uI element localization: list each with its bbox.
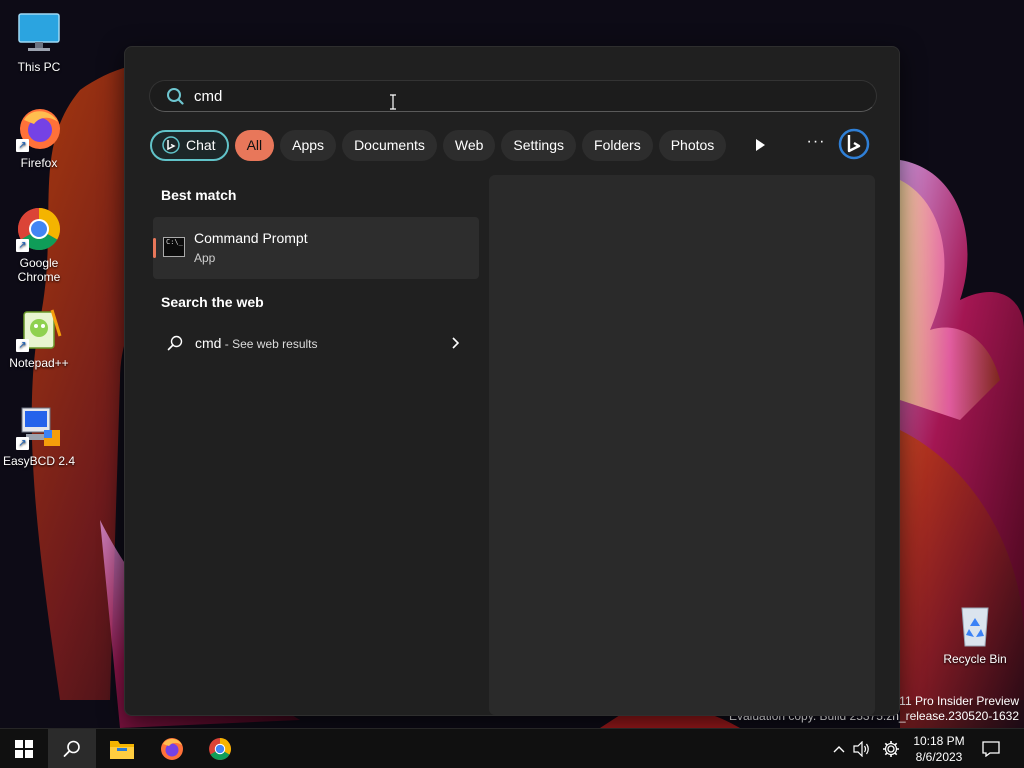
desktop-icon-chrome[interactable]: ↗ Google Chrome — [0, 206, 78, 284]
gear-icon — [883, 741, 899, 757]
more-options-button[interactable]: ··· — [805, 133, 827, 155]
best-match-type: App — [194, 251, 216, 265]
filter-documents-button[interactable]: Documents — [342, 129, 437, 161]
shortcut-arrow-icon: ↗ — [16, 139, 29, 152]
desktop-icon-label: Google Chrome — [17, 256, 61, 284]
search-input[interactable] — [194, 87, 794, 105]
folder-icon — [110, 741, 134, 759]
filter-settings-button[interactable]: Settings — [501, 129, 577, 161]
search-icon — [63, 740, 80, 757]
filter-all-label: All — [246, 137, 263, 153]
search-filter-chips: Chat All Apps Documents Web Settings Fol… — [150, 129, 732, 161]
chrome-icon — [209, 738, 231, 760]
taskbar-firefox[interactable] — [148, 729, 196, 768]
clock-time: 10:18 PM — [913, 734, 965, 748]
volume-button[interactable] — [852, 729, 872, 768]
selection-accent — [153, 238, 156, 258]
search-icon — [167, 88, 184, 105]
search-panel: Chat All Apps Documents Web Settings Fol… — [124, 46, 900, 716]
chrome-icon: ↗ — [16, 206, 62, 252]
desktop-icon-notepadpp[interactable]: ↗ Notepad++ — [0, 306, 78, 370]
filter-chat-button[interactable]: Chat — [150, 129, 229, 161]
filter-web-label: Web — [454, 137, 484, 153]
desktop-icon-label: Firefox — [20, 156, 58, 170]
settings-button[interactable] — [880, 729, 902, 768]
filter-chat-label: Chat — [186, 137, 216, 153]
notification-center-button[interactable] — [980, 729, 1002, 768]
web-search-result[interactable]: cmd - See web results — [153, 327, 479, 359]
desktop-icon-label: This PC — [17, 60, 61, 74]
chevron-right-icon — [452, 337, 460, 349]
bing-icon[interactable] — [838, 128, 870, 160]
chevron-up-icon — [833, 746, 845, 753]
easybcd-icon: ↗ — [16, 404, 62, 450]
windows-logo-icon — [15, 740, 33, 758]
filter-folders-label: Folders — [594, 137, 641, 153]
search-box[interactable] — [149, 80, 877, 112]
desktop-icon-label: EasyBCD 2.4 — [2, 454, 76, 468]
monitor-icon — [16, 10, 62, 56]
filter-documents-label: Documents — [354, 137, 425, 153]
clock-date: 8/6/2023 — [915, 750, 963, 764]
web-result-query: cmd — [195, 335, 222, 351]
desktop-icon-this-pc[interactable]: This PC — [0, 10, 78, 74]
taskbar: 10:18 PM 8/6/2023 — [0, 728, 1024, 768]
search-icon — [167, 335, 183, 351]
speaker-icon — [853, 741, 869, 757]
shortcut-arrow-icon: ↗ — [16, 239, 29, 252]
command-prompt-icon: C:\_ — [163, 237, 185, 257]
desktop-icon-label: Recycle Bin — [943, 652, 1007, 666]
taskbar-clock[interactable]: 10:18 PM 8/6/2023 — [904, 733, 974, 765]
filter-web-button[interactable]: Web — [442, 129, 496, 161]
bing-chat-icon — [162, 136, 180, 154]
firefox-icon — [161, 738, 183, 760]
desktop-icon-easybcd[interactable]: ↗ EasyBCD 2.4 — [0, 404, 78, 468]
show-hidden-icons-button[interactable] — [830, 729, 848, 768]
firefox-icon: ↗ — [16, 106, 62, 152]
best-match-command-prompt[interactable]: C:\_ Command Prompt App — [153, 217, 479, 279]
taskbar-chrome[interactable] — [196, 729, 244, 768]
best-match-name: Command Prompt — [194, 230, 308, 246]
notepadpp-icon: ↗ — [16, 306, 62, 352]
filter-folders-button[interactable]: Folders — [582, 129, 653, 161]
filter-photos-label: Photos — [670, 137, 715, 153]
best-match-heading: Best match — [161, 187, 237, 203]
taskbar-file-explorer[interactable] — [98, 729, 146, 768]
shortcut-arrow-icon: ↗ — [16, 339, 29, 352]
web-result-text: cmd - See web results — [195, 335, 318, 351]
shortcut-arrow-icon: ↗ — [16, 437, 29, 450]
play-icon[interactable] — [752, 137, 768, 153]
recycle-bin-icon — [952, 602, 998, 648]
desktop-icon-firefox[interactable]: ↗ Firefox — [0, 106, 78, 170]
web-result-suffix: - See web results — [221, 337, 318, 351]
filter-apps-button[interactable]: Apps — [280, 129, 337, 161]
filter-all-button[interactable]: All — [234, 129, 275, 161]
text-cursor-icon — [390, 94, 396, 110]
search-web-heading: Search the web — [161, 294, 264, 310]
taskbar-search-button[interactable] — [48, 729, 96, 768]
desktop-icon-recycle-bin[interactable]: Recycle Bin — [936, 602, 1014, 666]
start-button[interactable] — [0, 729, 48, 768]
desktop-icon-label: Notepad++ — [9, 356, 69, 370]
filter-apps-label: Apps — [292, 137, 325, 153]
filter-photos-button[interactable]: Photos — [658, 129, 727, 161]
filter-settings-label: Settings — [513, 137, 565, 153]
preview-pane — [489, 175, 875, 715]
notification-icon — [982, 741, 1000, 757]
